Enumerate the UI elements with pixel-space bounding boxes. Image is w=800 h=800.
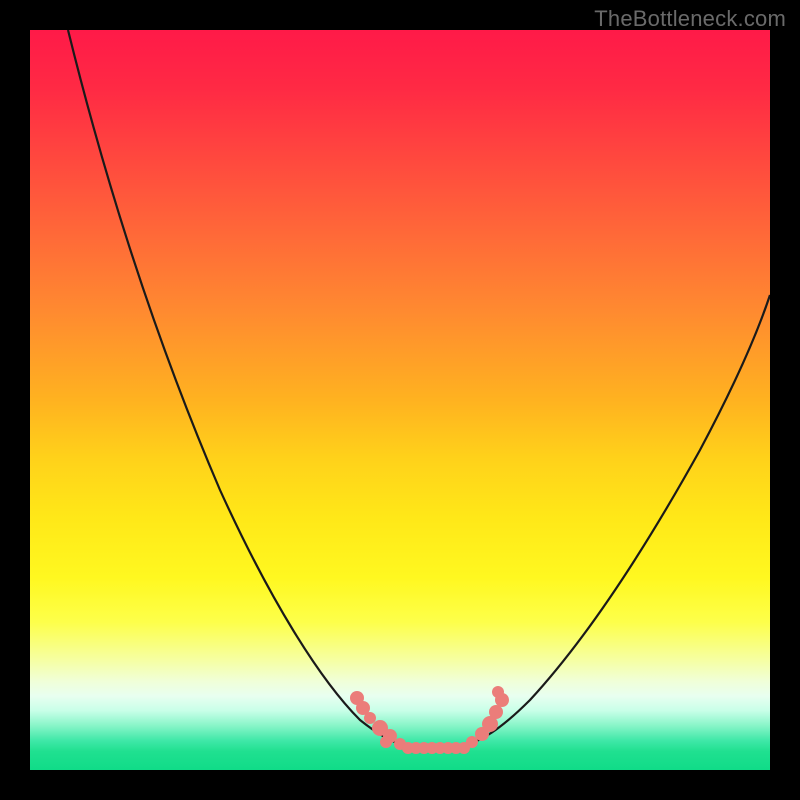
right-marker-cluster bbox=[466, 686, 509, 748]
bottom-marker-row bbox=[402, 742, 470, 754]
left-marker-cluster bbox=[350, 691, 406, 750]
chart-plot-area bbox=[30, 30, 770, 770]
left-curve bbox=[68, 30, 408, 746]
right-curve bbox=[462, 295, 770, 746]
chart-svg bbox=[30, 30, 770, 770]
watermark-text: TheBottleneck.com bbox=[594, 6, 786, 32]
